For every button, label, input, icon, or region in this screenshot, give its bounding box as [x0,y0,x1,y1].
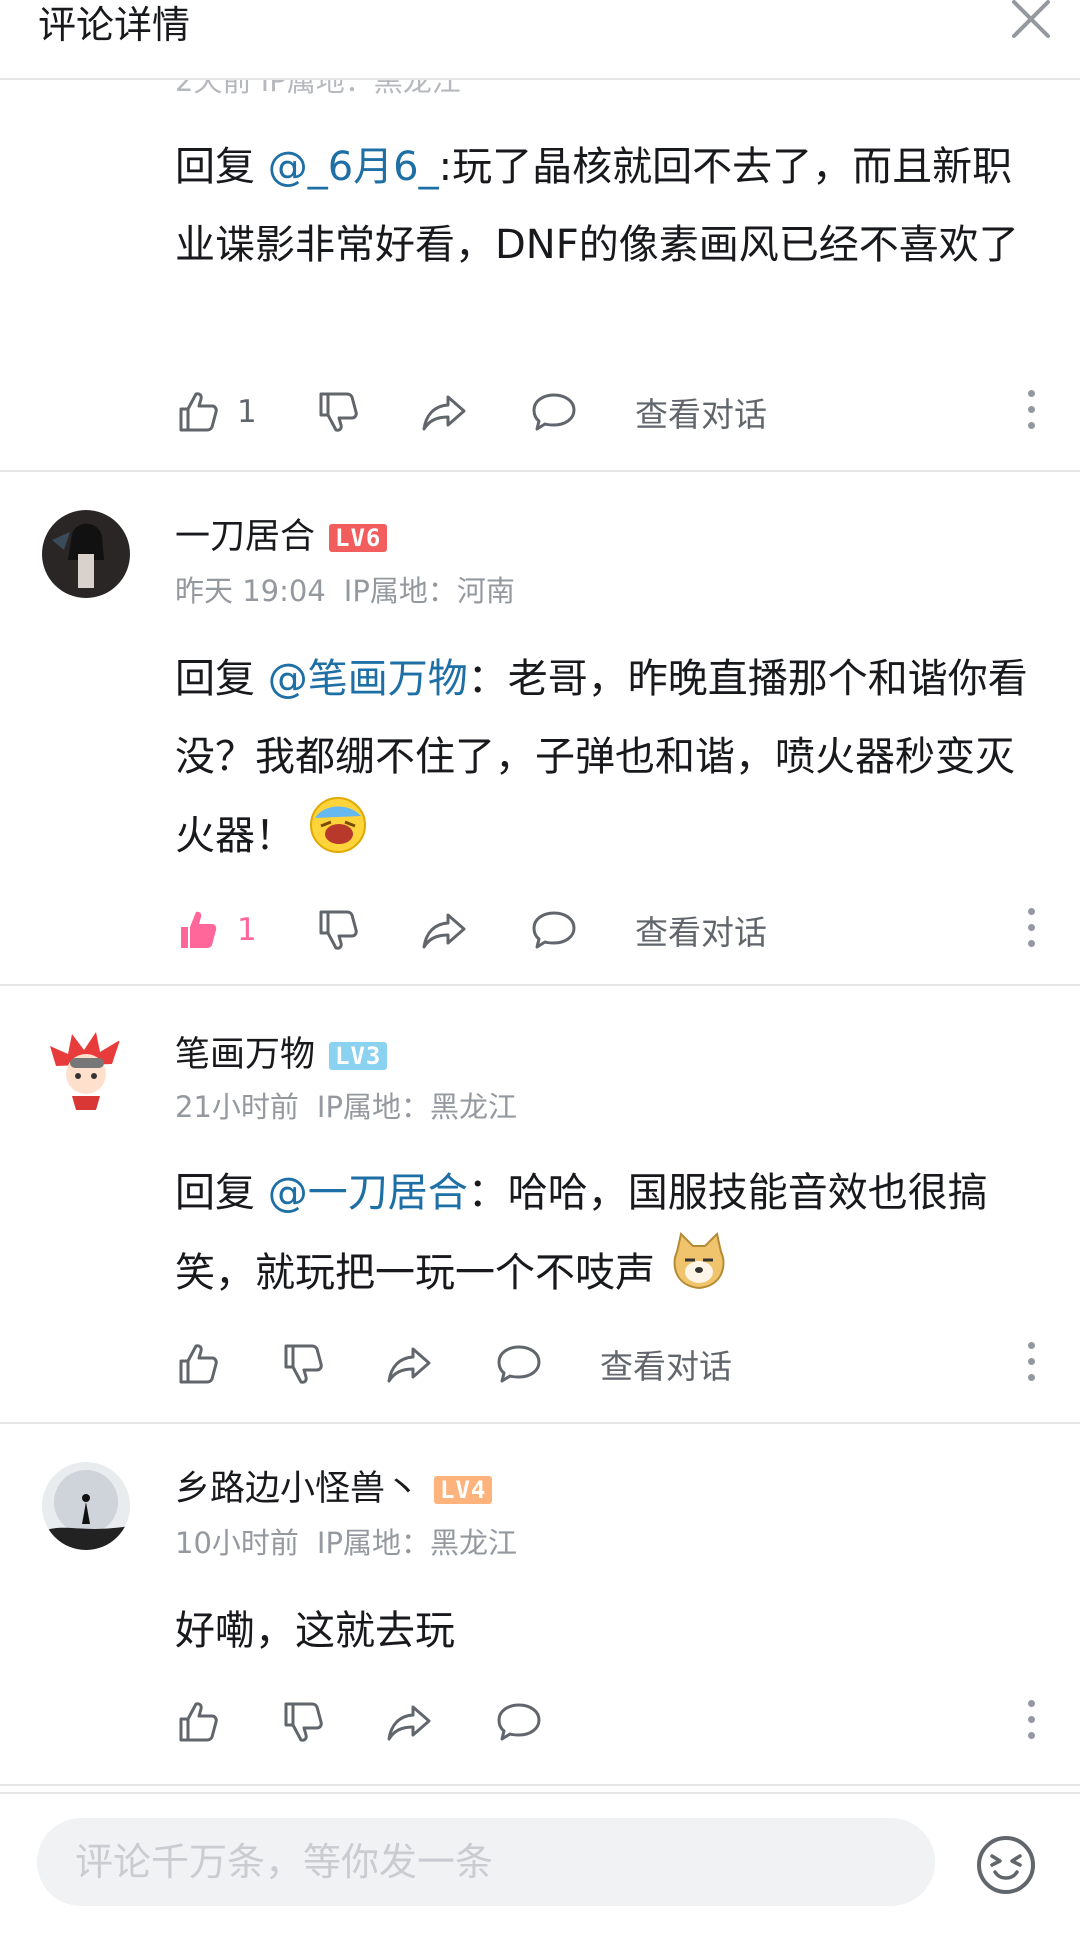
thumb-up-icon [179,1702,218,1742]
share-icon [422,913,466,949]
comment-text: 回复 @一刀居合：哈哈，国服技能音效也很搞笑，就玩把一玩一个不吱声 [175,1154,1035,1318]
ip-location: IP属地：黑龙江 [316,1090,517,1124]
avatar[interactable] [42,1462,130,1550]
share-button[interactable] [385,1334,433,1394]
comment-actions [0,1692,1080,1752]
thumb-down-icon [319,392,358,432]
like-button[interactable]: 1 [175,900,257,960]
reply-button[interactable] [530,382,578,442]
like-count: 1 [237,912,257,948]
thumb-down-icon [284,1344,323,1384]
comment-input[interactable] [37,1818,935,1906]
ip-location: IP属地：黑龙江 [316,1526,517,1560]
username-text: 乡路边小怪兽丶 [175,1469,421,1509]
comment-time: 10小时前 [175,1526,299,1560]
reply-prefix: 回复 [175,144,268,190]
comment-item-3: 笔画万物 LV3 21小时前 IP属地：黑龙江 回复 @一刀居合：哈哈，国服技能音效… [0,986,1080,1424]
dislike-button[interactable] [315,900,361,960]
chat-bubble-icon [497,1345,541,1383]
mention-link[interactable]: @一刀居合 [268,1170,468,1216]
reply-button[interactable] [495,1692,543,1752]
comment-meta: 10小时前 IP属地：黑龙江 [175,1520,517,1562]
mention-link[interactable]: @笔画万物 [268,656,468,702]
thumb-down-icon [284,1702,323,1742]
more-options-icon[interactable] [1026,390,1036,434]
comment-text: 好嘞，这就去玩 [175,1592,1035,1670]
comment-actions: 1 查看对话 [0,382,1080,442]
comment-item-4: 乡路边小怪兽丶 LV4 10小时前 IP属地：黑龙江 好嘞，这就去玩 [0,1424,1080,1786]
chat-bubble-icon [532,911,576,949]
thumb-up-icon [179,1344,218,1384]
like-button[interactable] [175,1334,221,1394]
like-button[interactable]: 1 [175,382,257,442]
view-conversation-button[interactable]: 查看对话 [600,1334,732,1394]
reply-button[interactable] [495,1334,543,1394]
dislike-button[interactable] [315,382,361,442]
comment-meta: 昨天 19:04 IP属地：河南 [175,568,515,610]
username[interactable]: 乡路边小怪兽丶 LV4 [175,1460,493,1511]
username-text: 一刀居合 [175,517,316,557]
avatar[interactable] [42,1026,130,1114]
comment-input-bar [0,1792,1080,1940]
avatar[interactable] [42,510,130,598]
view-conversation-label: 查看对话 [635,913,767,952]
view-conversation-label: 查看对话 [635,395,767,434]
share-button[interactable] [420,382,468,442]
emoji-face-icon[interactable] [975,1834,1037,1896]
more-options-icon[interactable] [1026,1342,1036,1386]
more-options-icon[interactable] [1026,908,1036,952]
chat-bubble-icon [532,393,576,431]
level-badge: LV6 [329,524,388,552]
thumb-up-icon [179,392,218,432]
more-options-icon[interactable] [1026,1700,1036,1744]
dislike-button[interactable] [280,1334,326,1394]
like-count: 1 [237,394,257,430]
username-text: 笔画万物 [175,1035,316,1075]
comment-actions: 查看对话 [0,1334,1080,1394]
chat-bubble-icon [497,1703,541,1741]
comment-body: 好嘞，这就去玩 [175,1608,455,1654]
close-icon[interactable] [1006,0,1056,44]
share-icon [387,1347,431,1383]
reply-prefix: 回复 [175,1170,268,1216]
username[interactable]: 一刀居合 LV6 [175,508,388,559]
view-conversation-button[interactable]: 查看对话 [635,900,767,960]
share-icon [387,1705,431,1741]
doge-emoji [669,1232,729,1318]
thumb-down-icon [319,910,358,950]
thumb-up-filled-icon [181,911,217,948]
view-conversation-button[interactable]: 查看对话 [635,382,767,442]
reply-prefix: 回复 [175,656,268,702]
like-button[interactable] [175,1692,221,1752]
username[interactable]: 笔画万物 LV3 [175,1026,388,1077]
page-title: 评论详情 [38,3,191,47]
comment-item-2: 一刀居合 LV6 昨天 19:04 IP属地：河南 回复 @笔画万物：老哥，昨晚直播… [0,472,1080,986]
view-conversation-label: 查看对话 [600,1347,732,1386]
ip-location: IP属地：河南 [343,574,515,608]
comment-text: 回复 @_6月6_:玩了晶核就回不去了，而且新职业谍影非常好看，DNF的像素画风… [175,128,1035,284]
comment-time: 21小时前 [175,1090,299,1124]
laugh-cry-emoji [309,796,367,880]
mention-link[interactable]: @_6月6_ [268,144,439,190]
comment-meta: 21小时前 IP属地：黑龙江 [175,1084,517,1126]
dislike-button[interactable] [280,1692,326,1752]
comment-time: 昨天 19:04 [175,574,326,608]
level-badge: LV3 [329,1042,388,1070]
header-bar: 评论详情 [0,0,1080,80]
reply-button[interactable] [530,900,578,960]
level-badge: LV4 [434,1476,493,1504]
share-button[interactable] [420,900,468,960]
share-button[interactable] [385,1692,433,1752]
share-icon [422,395,466,431]
comment-actions: 1 查看对话 [0,900,1080,960]
comment-text: 回复 @笔画万物：老哥，昨晚直播那个和谐你看没？我都绷不住了，子弹也和谐，喷火器… [175,640,1035,880]
